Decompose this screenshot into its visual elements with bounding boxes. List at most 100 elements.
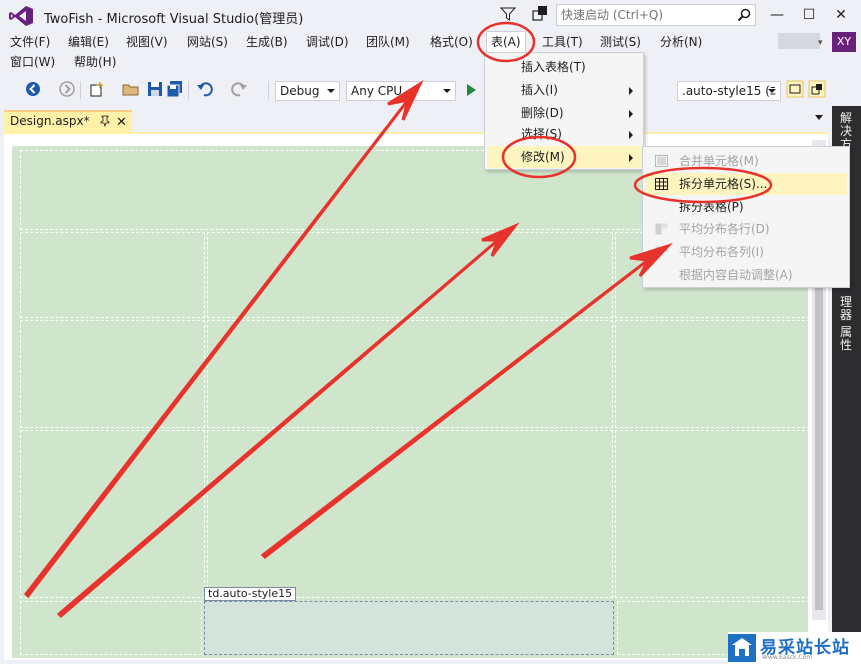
menu-bar: 文件(F) 编辑(E) 视图(V) 网站(S) 生成(B) 调试(D) 团队(M… xyxy=(0,31,861,74)
menu-debug[interactable]: 调试(D) xyxy=(304,32,351,52)
toolbar-separator xyxy=(80,81,81,99)
table-cell[interactable] xyxy=(207,430,613,598)
close-tab-button[interactable]: ✕ xyxy=(116,114,127,132)
menu-tools[interactable]: 工具(T) xyxy=(540,32,585,52)
menu-item-distribute-columns[interactable]: 平均分布各列(I) xyxy=(645,241,847,263)
solution-platform-dropdown[interactable]: Any CPU xyxy=(346,81,456,101)
save-icon[interactable] xyxy=(146,80,164,98)
modify-submenu: 合并单元格(M) 拆分单元格(S)... 拆分表格(P) 平均分布各行(D) 平… xyxy=(642,146,850,288)
menu-format[interactable]: 格式(O) xyxy=(428,32,475,52)
menu-item-label: 修改(M) xyxy=(521,150,565,164)
site-watermark: 易采站长站 Www.Easck.Com xyxy=(728,632,861,664)
solution-configuration-dropdown[interactable]: Debug xyxy=(275,81,340,101)
new-project-icon[interactable] xyxy=(88,80,106,98)
selected-table-cell[interactable] xyxy=(204,601,614,655)
team-explorer-tab[interactable]: 理器 xyxy=(836,296,856,322)
chevron-right-icon xyxy=(629,154,633,162)
user-avatar[interactable]: XY xyxy=(832,32,856,52)
tab-design-aspx[interactable]: Design.aspx* ✕ xyxy=(4,110,132,132)
menu-item-merge-cells[interactable]: 合并单元格(M) xyxy=(645,150,847,172)
menu-item-split-cells[interactable]: 拆分单元格(S)... xyxy=(645,173,847,195)
menu-item-label: 删除(D) xyxy=(521,106,564,120)
selected-cell-tag: td.auto-style15 xyxy=(204,587,297,601)
menu-file[interactable]: 文件(F) xyxy=(8,32,52,52)
menu-item-distribute-rows[interactable]: 平均分布各行(D) xyxy=(645,218,847,240)
properties-tab[interactable]: 属性 xyxy=(836,326,856,352)
toolbar-separator xyxy=(188,81,189,99)
menu-item-label: 平均分布各行(D) xyxy=(679,222,770,236)
target-rule-value: .auto-style15 (ﾆ xyxy=(682,84,776,98)
table-cell[interactable] xyxy=(615,430,810,598)
chevron-right-icon xyxy=(629,87,633,95)
save-all-icon[interactable] xyxy=(166,80,184,98)
solution-configuration-value: Debug xyxy=(280,84,320,98)
menu-item-label: 平均分布各列(I) xyxy=(679,245,764,259)
chevron-right-icon xyxy=(629,110,633,118)
menu-item-insert[interactable]: 插入(I) xyxy=(487,79,641,101)
table-cell[interactable] xyxy=(20,601,202,655)
table-cell[interactable] xyxy=(20,430,205,598)
maximize-button[interactable]: ☐ xyxy=(796,4,822,26)
table-cell[interactable] xyxy=(20,320,205,428)
target-rule-dropdown[interactable]: .auto-style15 (ﾆ xyxy=(677,81,781,101)
menu-build[interactable]: 生成(B) xyxy=(244,32,290,52)
menu-item-select[interactable]: 选择(S) xyxy=(487,123,641,145)
standard-toolbar: Debug Any CPU .auto-style15 (ﾆ xyxy=(0,76,861,104)
open-folder-icon[interactable] xyxy=(122,80,140,98)
menu-item-label: 拆分表格(P) xyxy=(679,200,744,214)
minimize-button[interactable]: — xyxy=(764,4,790,26)
menu-analyze[interactable]: 分析(N) xyxy=(658,32,704,52)
table-cell[interactable] xyxy=(207,232,613,318)
chevron-right-icon xyxy=(629,131,633,139)
distribute-rows-icon xyxy=(655,223,668,235)
menu-table[interactable]: 表(A) xyxy=(486,31,526,53)
menu-edit[interactable]: 编辑(E) xyxy=(66,32,111,52)
menu-window[interactable]: 窗口(W) xyxy=(8,52,57,72)
start-debugging-icon[interactable] xyxy=(462,81,480,99)
menu-item-label: 插入(I) xyxy=(521,83,558,97)
navigate-back-icon[interactable] xyxy=(24,80,42,98)
chevron-down-icon xyxy=(443,89,451,93)
show-overlay-icon[interactable] xyxy=(786,80,804,98)
menu-view[interactable]: 视图(V) xyxy=(124,32,170,52)
window-title: TwoFish - Microsoft Visual Studio(管理员) xyxy=(44,12,304,27)
table-menu-dropdown: 插入表格(T) 插入(I) 删除(D) 选择(S) 修改(M) xyxy=(484,52,644,170)
feedback-icon[interactable] xyxy=(532,5,548,23)
menu-team[interactable]: 团队(M) xyxy=(364,32,412,52)
quick-launch-input[interactable] xyxy=(561,7,731,23)
menu-test[interactable]: 测试(S) xyxy=(598,32,643,52)
user-name-blurred[interactable] xyxy=(778,33,820,49)
undo-icon[interactable] xyxy=(196,80,214,98)
pin-icon[interactable] xyxy=(100,115,110,127)
menu-item-label: 选择(S) xyxy=(521,127,562,141)
merge-cells-icon xyxy=(655,155,668,167)
menu-item-modify[interactable]: 修改(M) xyxy=(487,146,641,168)
distribute-columns-icon xyxy=(655,246,668,258)
menu-item-label: 插入表格(T) xyxy=(521,60,586,74)
close-window-button[interactable]: ✕ xyxy=(828,4,854,26)
table-cell[interactable] xyxy=(207,320,613,428)
document-tab-strip: Design.aspx* ✕ xyxy=(0,106,832,132)
redo-icon[interactable] xyxy=(230,80,248,98)
navigate-forward-icon[interactable] xyxy=(58,80,76,98)
tab-overflow-icon[interactable] xyxy=(814,112,824,122)
search-icon[interactable] xyxy=(737,8,751,22)
solution-platform-value: Any CPU xyxy=(351,84,403,98)
position-options-icon[interactable] xyxy=(808,80,826,98)
watermark-logo-icon xyxy=(728,634,756,662)
quick-launch-box[interactable] xyxy=(556,4,756,26)
notification-filter-icon[interactable] xyxy=(500,6,516,22)
menu-item-autofit-contents[interactable]: 根据内容自动调整(A) xyxy=(645,264,847,286)
toolbar-separator xyxy=(268,81,269,99)
menu-item-label: 拆分单元格(S)... xyxy=(679,177,768,191)
menu-item-split-table[interactable]: 拆分表格(P) xyxy=(645,196,847,218)
table-cell[interactable] xyxy=(615,320,810,428)
table-cell[interactable] xyxy=(20,232,205,318)
menu-help[interactable]: 帮助(H) xyxy=(72,52,118,72)
tab-label: Design.aspx* xyxy=(10,114,90,128)
account-dropdown-icon[interactable]: ▾ xyxy=(818,38,823,48)
menu-item-delete[interactable]: 删除(D) xyxy=(487,102,641,124)
menu-item-insert-table[interactable]: 插入表格(T) xyxy=(487,56,641,78)
menu-website[interactable]: 网站(S) xyxy=(185,32,230,52)
visual-studio-logo-icon xyxy=(9,6,33,26)
